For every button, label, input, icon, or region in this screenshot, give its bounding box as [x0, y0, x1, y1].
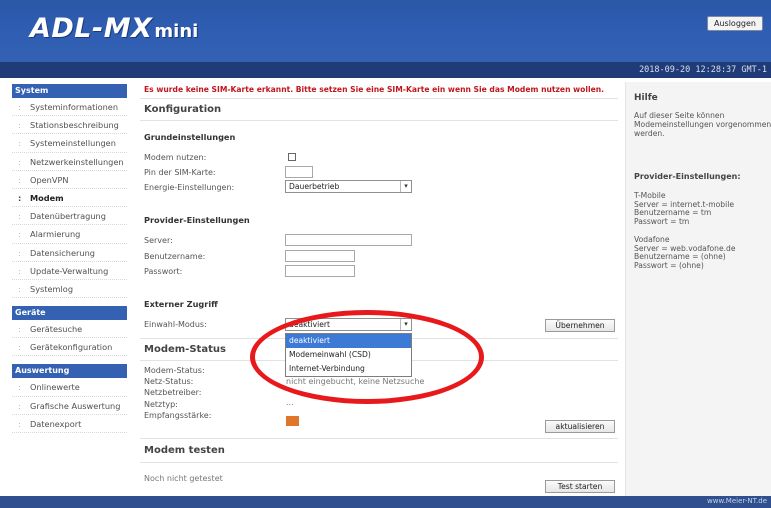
dial-mode-dropdown[interactable]: deaktiviert Modemeinwahl (CSD) Internet-…	[285, 333, 412, 377]
sidebar-item-geraetekonfiguration[interactable]: Gerätekonfiguration	[12, 338, 127, 357]
sidebar-item-datensicherung[interactable]: Datensicherung	[12, 244, 127, 262]
date-bar: 2018-09-20 12:28:37 GMT-1	[0, 62, 771, 78]
signal-strength-indicator	[286, 416, 299, 426]
signal-strength-label: Empfangsstärke:	[144, 411, 212, 420]
adl-mx-logo: ADL-MX mini	[30, 14, 198, 47]
start-test-button[interactable]: Test starten	[545, 480, 615, 493]
help-vodafone-block: Vodafone Server = web.vodafone.de Benutz…	[634, 235, 736, 270]
help-provider-heading: Provider-Einstellungen:	[634, 172, 741, 181]
net-status-value: nicht eingebucht, keine Netzsuche	[286, 377, 425, 386]
no-sim-alert: Es wurde keine SIM-Karte erkannt. Bitte …	[144, 85, 605, 94]
dial-mode-option[interactable]: deaktiviert	[286, 334, 411, 348]
net-type-value: ...	[286, 398, 294, 407]
sidebar-item-systeminformationen[interactable]: Systeminformationen	[12, 98, 127, 117]
sidebar-section-system[interactable]: System	[12, 84, 127, 98]
logo-sub-text: mini	[154, 21, 199, 42]
password-label: Passwort:	[144, 267, 183, 276]
logo-main-text: ADL-MX	[30, 13, 153, 44]
provider-settings-heading: Provider-Einstellungen	[144, 215, 250, 225]
sidebar-item-datenuebertragung[interactable]: Datenübertragung	[12, 207, 127, 226]
sidebar-item-datenexport[interactable]: Datenexport	[12, 415, 127, 433]
energy-settings-value: Dauerbetrieb	[289, 182, 340, 191]
divider	[140, 462, 618, 463]
modem-test-heading: Modem testen	[144, 445, 225, 456]
help-line: Passwort = (ohne)	[634, 260, 704, 270]
apply-button[interactable]: Übernehmen	[545, 319, 615, 332]
modem-status-heading: Modem-Status	[144, 344, 226, 355]
sidebar-item-grafische-auswertung[interactable]: Grafische Auswertung	[12, 397, 127, 415]
sidebar-section-auswertung[interactable]: Auswertung	[12, 364, 127, 379]
sidebar-item-netzwerkeinstellungen[interactable]: Netzwerkeinstellungen	[12, 153, 127, 171]
server-label: Server:	[144, 236, 173, 245]
test-result-text: Noch nicht getestet	[144, 474, 223, 483]
help-line: Passwort = tm	[634, 216, 690, 226]
system-datetime: 2018-09-20 12:28:37 GMT-1	[639, 65, 767, 75]
net-status-label: Netz-Status:	[144, 377, 194, 386]
sidebar-item-onlinewerte[interactable]: Onlinewerte	[12, 378, 127, 397]
net-type-label: Netztyp:	[144, 400, 178, 409]
page-footer: www.Meier-NT.de	[0, 496, 771, 508]
password-input[interactable]	[285, 265, 355, 277]
refresh-button[interactable]: aktualisieren	[545, 420, 615, 433]
modem-use-checkbox[interactable]	[288, 153, 296, 161]
modem-use-label: Modem nutzen:	[144, 153, 207, 162]
sidebar-section-geraete[interactable]: Geräte	[12, 306, 127, 321]
sidebar-nav: System Systeminformationen Stationsbesch…	[12, 84, 127, 433]
external-access-heading: Externer Zugriff	[144, 299, 218, 309]
app-header: ADL-MX mini Ausloggen	[0, 0, 771, 62]
basic-settings-heading: Grundeinstellungen	[144, 132, 236, 142]
chevron-down-icon: ▾	[400, 319, 411, 330]
sidebar-item-alarmierung[interactable]: Alarmierung	[12, 225, 127, 244]
help-description: Auf dieser Seite können Modemeinstellung…	[634, 111, 771, 138]
sidebar-item-systemeinstellungen[interactable]: Systemeinstellungen	[12, 134, 127, 153]
help-panel: Hilfe Auf dieser Seite können Modemeinst…	[625, 82, 771, 496]
sim-pin-input[interactable]	[285, 166, 313, 178]
divider	[140, 438, 618, 439]
page-title: Konfiguration	[144, 104, 222, 115]
divider	[140, 120, 618, 121]
sidebar-item-stationsbeschreibung[interactable]: Stationsbeschreibung	[12, 116, 127, 135]
help-title: Hilfe	[634, 93, 658, 103]
modem-status-label: Modem-Status:	[144, 366, 205, 375]
main-content: Es wurde keine SIM-Karte erkannt. Bitte …	[140, 82, 618, 496]
dial-mode-option[interactable]: Modemeinwahl (CSD)	[286, 348, 411, 362]
sidebar-item-systemlog[interactable]: Systemlog	[12, 280, 127, 299]
username-label: Benutzername:	[144, 252, 206, 261]
logout-button[interactable]: Ausloggen	[707, 16, 763, 31]
sidebar-item-openvpn[interactable]: OpenVPN	[12, 171, 127, 189]
dial-mode-select[interactable]: deaktiviert ▾	[285, 318, 412, 331]
footer-link[interactable]: www.Meier-NT.de	[707, 497, 767, 505]
username-input[interactable]	[285, 250, 355, 262]
divider	[140, 98, 618, 99]
sidebar-item-update-verwaltung[interactable]: Update-Verwaltung	[12, 262, 127, 280]
energy-settings-select[interactable]: Dauerbetrieb ▾	[285, 180, 412, 193]
sidebar-item-modem[interactable]: Modem	[12, 189, 127, 208]
sidebar-item-geraetesuche[interactable]: Gerätesuche	[12, 320, 127, 339]
chevron-down-icon: ▾	[400, 181, 411, 192]
help-tmobile-block: T-Mobile Server = internet.t-mobile Benu…	[634, 191, 734, 226]
operator-label: Netzbetreiber:	[144, 388, 202, 397]
dial-mode-option[interactable]: Internet-Verbindung	[286, 362, 411, 376]
dial-mode-value: deaktiviert	[289, 320, 331, 329]
dial-mode-label: Einwahl-Modus:	[144, 320, 207, 329]
energy-settings-label: Energie-Einstellungen:	[144, 183, 235, 192]
sim-pin-label: Pin der SIM-Karte:	[144, 168, 216, 177]
server-input[interactable]	[285, 234, 412, 246]
